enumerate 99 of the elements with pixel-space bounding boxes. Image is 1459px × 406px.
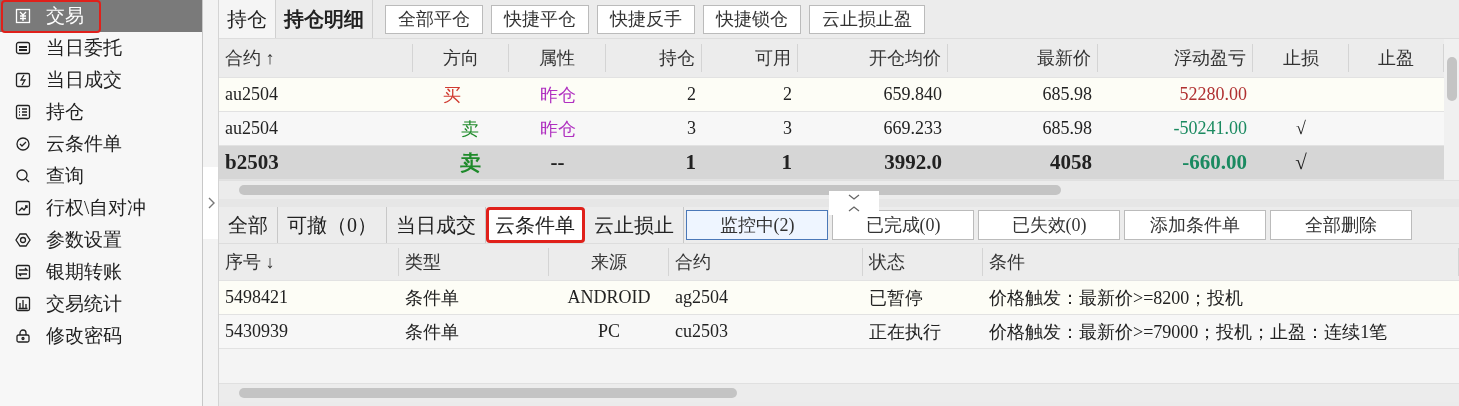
bolt-icon (15, 72, 31, 88)
chevron-right-icon (206, 197, 215, 209)
table-row[interactable]: au2504 卖 昨仓 3 3 669.233 685.98 -50241.00 √ (219, 112, 1444, 146)
action-button[interactable]: 添加条件单 (1124, 210, 1266, 240)
table-cell-text: 3992.0 (883, 150, 943, 175)
column-header[interactable]: 最新价 (948, 44, 1098, 72)
table-cell-text: 1 (780, 150, 793, 175)
card-icon (15, 40, 31, 56)
filter-button[interactable]: 已完成(0) (832, 210, 974, 240)
table-cell-text: PC (597, 321, 621, 342)
column-header[interactable]: 来源 (549, 248, 669, 276)
tab[interactable]: 可撤（0） (278, 207, 387, 243)
bar-chart-icon (15, 296, 31, 312)
filter-button[interactable]: 监控中(2) (686, 210, 828, 240)
table-cell-text: 卖 (458, 149, 482, 177)
check-icon (15, 136, 31, 152)
sidebar-item[interactable]: 云条件单 (0, 128, 202, 160)
lock-icon (15, 328, 31, 344)
transfer-icon (15, 264, 31, 280)
tab[interactable]: 云止损止 (585, 207, 684, 243)
table-cell-text: 52280.00 (1178, 84, 1248, 105)
column-header[interactable]: 条件 (983, 248, 1459, 276)
table-cell-text: au2504 (224, 84, 279, 105)
toolbar-button[interactable]: 快捷反手 (597, 4, 695, 34)
hexagon-icon (15, 232, 31, 248)
sidebar-item[interactable]: 参数设置 (0, 224, 202, 256)
table-cell-text: -50241.00 (1172, 118, 1248, 139)
column-header[interactable]: 序号 ↓ (219, 248, 399, 276)
table-cell-text: b2503 (224, 150, 280, 175)
column-header[interactable]: 方向 (413, 44, 509, 72)
tab[interactable]: 全部 (219, 207, 278, 243)
table-cell-text: 已暂停 (868, 286, 924, 310)
table-cell-text: 正在执行 (868, 320, 942, 344)
table-cell: √ (1295, 150, 1307, 174)
list-icon (15, 104, 31, 120)
table-cell: √ (1296, 118, 1306, 138)
table-cell-text: 价格触发：最新价>=79000；投机；止盈：连续1笔 (988, 320, 1389, 344)
table-cell-text: 685.98 (1041, 84, 1093, 105)
table-cell-text: au2504 (224, 118, 279, 139)
table-cell-text: 685.98 (1041, 118, 1093, 139)
table-cell-text: -660.00 (1181, 150, 1248, 175)
table-cell-text: ag2504 (674, 287, 729, 308)
toolbar-button[interactable]: 全部平仓 (385, 4, 483, 34)
sidebar-item[interactable]: 银期转账 (0, 256, 202, 288)
chevron-icon (846, 192, 862, 214)
table-row[interactable]: au2504 买 昨仓 2 2 659.840 685.98 52280.00 (219, 78, 1444, 112)
table-cell-text: 4058 (1049, 150, 1093, 175)
sidebar-item[interactable]: 修改密码 (0, 320, 202, 352)
table-cell-text: ANDROID (566, 287, 652, 308)
table-cell-text: 卖 (460, 117, 480, 141)
filter-button[interactable]: 已失效(0) (978, 210, 1120, 240)
column-header[interactable]: 持仓 (606, 44, 702, 72)
column-header[interactable]: 合约 (669, 248, 863, 276)
sidebar-item[interactable]: 行权\自对冲 (0, 192, 202, 224)
table-cell-text: 2 (782, 84, 793, 105)
table-cell-text: 条件单 (404, 286, 460, 310)
sidebar-item[interactable]: 交易统计 (0, 288, 202, 320)
column-header[interactable]: 合约 ↑ (219, 44, 413, 72)
table-cell-text: 1 (684, 150, 697, 175)
table-cell-text: 买 (442, 83, 462, 107)
table-cell-text: 昨仓 (538, 83, 577, 107)
splitter-handle[interactable] (829, 191, 879, 215)
vertical-scrollbar[interactable] (1444, 39, 1459, 180)
table-cell-text: 价格触发：最新价>=8200；投机 (988, 286, 1245, 310)
table-cell-text: 5430939 (224, 321, 289, 342)
column-header[interactable]: 浮动盈亏 (1098, 44, 1253, 72)
tab[interactable]: 持仓 (219, 0, 276, 38)
table-cell-text: 2 (686, 84, 697, 105)
sidebar-item[interactable]: 交易 (0, 0, 202, 32)
action-button[interactable]: 全部删除 (1270, 210, 1412, 240)
table-cell-text: 3 (782, 118, 793, 139)
table-row[interactable]: b2503 卖 -- 1 1 3992.0 4058 -660.00 √ (219, 146, 1444, 180)
column-header[interactable]: 类型 (399, 248, 549, 276)
column-header[interactable]: 属性 (509, 44, 606, 72)
chart-icon (15, 200, 31, 216)
table-cell-text: 条件单 (404, 320, 460, 344)
table-cell-text: cu2503 (674, 321, 729, 342)
table-cell-text: 昨仓 (538, 117, 577, 141)
tab[interactable]: 持仓明细 (276, 0, 373, 38)
table-cell-text: 5498421 (224, 287, 289, 308)
sidebar-item[interactable]: 当日委托 (0, 32, 202, 64)
search-icon (15, 168, 31, 184)
column-header[interactable]: 可用 (702, 44, 798, 72)
sidebar-item[interactable]: 当日成交 (0, 64, 202, 96)
toolbar-button[interactable]: 快捷平仓 (491, 4, 589, 34)
column-header[interactable]: 状态 (863, 248, 983, 276)
toolbar-button[interactable]: 云止损止盈 (809, 4, 925, 34)
toolbar-button[interactable]: 快捷锁仓 (703, 4, 801, 34)
table-cell-text: 3 (686, 118, 697, 139)
column-header[interactable]: 止损 (1253, 44, 1349, 72)
tab[interactable]: 云条件单 (486, 207, 585, 243)
table-cell-text: 669.233 (882, 118, 943, 139)
column-header[interactable]: 开仓均价 (798, 44, 948, 72)
yen-icon (15, 8, 31, 24)
sidebar-item[interactable]: 查询 (0, 160, 202, 192)
table-cell-text: -- (549, 150, 566, 175)
sidebar-item[interactable]: 持仓 (0, 96, 202, 128)
table-cell-text: 659.840 (882, 84, 943, 105)
expand-handle[interactable] (203, 167, 218, 239)
